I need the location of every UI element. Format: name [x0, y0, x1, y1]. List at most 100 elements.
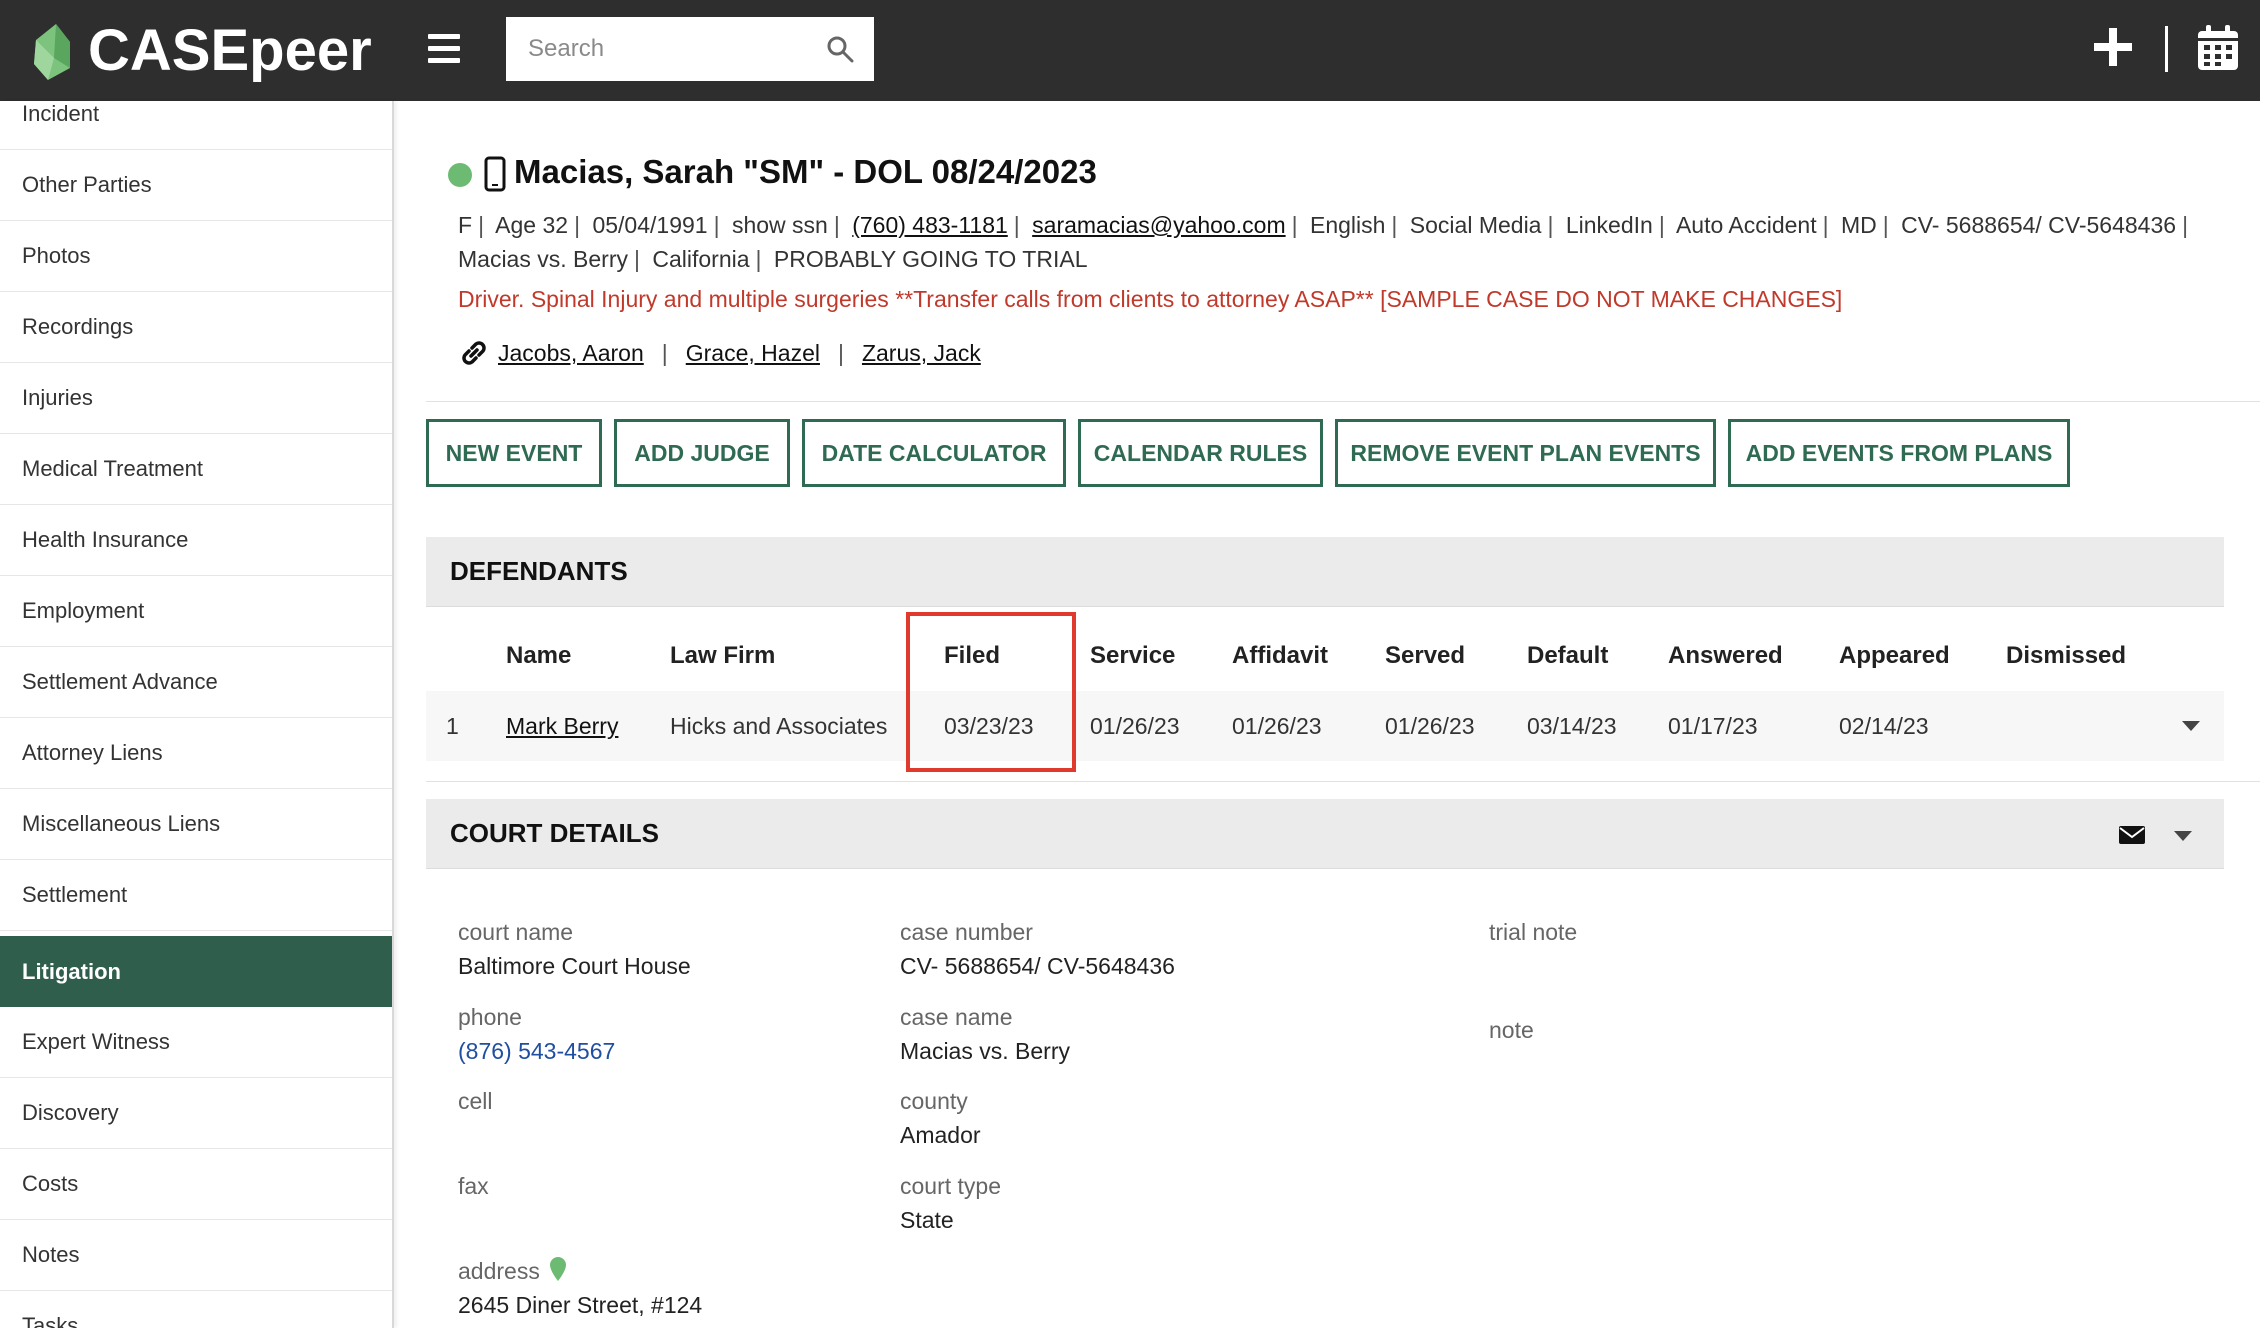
court-fax-label: fax: [458, 1173, 489, 1199]
column-header-law-firm[interactable]: Law Firm: [670, 621, 775, 691]
referral-source-detail: LinkedIn: [1565, 212, 1653, 238]
top-bar: CASEpeer: [0, 0, 2260, 101]
court-details-title: COURT DETAILS: [450, 818, 659, 848]
sidebar-item-health-insurance[interactable]: Health Insurance: [0, 505, 392, 576]
envelope-icon[interactable]: [2118, 824, 2146, 846]
plus-icon[interactable]: [2092, 26, 2134, 68]
sidebar-item-recordings[interactable]: Recordings: [0, 292, 392, 363]
search-input[interactable]: [506, 17, 806, 81]
mobile-phone-icon: [484, 156, 506, 192]
map-pin-icon[interactable]: [548, 1256, 568, 1282]
county-value: Amador: [900, 1122, 981, 1148]
related-case-link-grace[interactable]: Grace, Hazel: [686, 340, 820, 367]
row-expand-chevron-down-icon[interactable]: [2180, 719, 2202, 733]
date-calculator-button[interactable]: DATE CALCULATOR: [802, 419, 1066, 487]
case-number-value: CV- 5688654/ CV-5648436: [900, 953, 1175, 979]
sidebar-item-photos[interactable]: Photos: [0, 221, 392, 292]
client-info-line: F | Age 32 | 05/04/1991 | show ssn | (760) 4…: [458, 212, 2189, 272]
remove-event-plan-events-button[interactable]: REMOVE EVENT PLAN EVENTS: [1335, 419, 1716, 487]
new-event-button[interactable]: NEW EVENT: [426, 419, 602, 487]
casepeer-logo[interactable]: CASEpeer: [30, 10, 372, 90]
answered-cell: 01/17/23: [1668, 712, 1758, 739]
court-cell-label: cell: [458, 1088, 493, 1114]
county-label: county: [900, 1088, 968, 1114]
court-details-chevron-down-icon[interactable]: [2172, 829, 2194, 843]
case-name-value: Macias vs. Berry: [900, 1038, 1070, 1064]
state-code: MD: [1840, 212, 1877, 238]
court-details-header: COURT DETAILS: [426, 799, 2224, 869]
main-content: Macias, Sarah "SM" - DOL 08/24/2023 F | A…: [396, 101, 2260, 1328]
court-address-value: 2645 Diner Street, #124: [458, 1292, 703, 1318]
column-header-served[interactable]: Served: [1385, 621, 1465, 691]
law-firm-cell: Hicks and Associates: [670, 712, 888, 739]
appeared-cell: 02/14/23: [1839, 712, 1929, 739]
case-name: Macias vs. Berry: [458, 246, 628, 272]
divider: [426, 401, 2260, 402]
defendants-table-header: Name Law Firm Filed Service Affidavit Se…: [426, 621, 2224, 691]
sidebar-item-miscellaneous-liens[interactable]: Miscellaneous Liens: [0, 789, 392, 860]
sidebar-item-injuries[interactable]: Injuries: [0, 363, 392, 434]
court-address-label: address: [458, 1258, 540, 1284]
column-header-answered[interactable]: Answered: [1668, 621, 1783, 691]
sidebar-item-notes[interactable]: Notes: [0, 1220, 392, 1291]
trial-status: PROBABLY GOING TO TRIAL: [773, 246, 1088, 272]
sidebar-item-tasks[interactable]: Tasks: [0, 1291, 392, 1328]
calendar-icon[interactable]: [2196, 24, 2240, 72]
show-ssn-toggle[interactable]: show ssn: [732, 212, 828, 238]
court-phone-link[interactable]: (876) 543-4567: [458, 1038, 615, 1065]
case-number-label: case number: [900, 919, 1033, 945]
defendants-title: DEFENDANTS: [450, 556, 628, 586]
jurisdiction: California: [652, 246, 750, 272]
defendant-name-cell: Mark Berry: [506, 691, 618, 761]
served-cell: 01/26/23: [1385, 712, 1475, 739]
client-title: Macias, Sarah "SM" - DOL 08/24/2023: [514, 153, 1097, 190]
sidebar-item-incident[interactable]: Incident: [0, 101, 392, 150]
dob: 05/04/1991: [592, 212, 708, 238]
status-dot-icon: [448, 163, 472, 187]
add-events-from-plans-button[interactable]: ADD EVENTS FROM PLANS: [1728, 419, 2070, 487]
language: English: [1309, 212, 1386, 238]
client-email-link[interactable]: saramacias@yahoo.com: [1032, 212, 1285, 238]
age: Age 32: [495, 212, 569, 238]
sidebar-item-costs[interactable]: Costs: [0, 1149, 392, 1220]
sidebar-item-discovery[interactable]: Discovery: [0, 1078, 392, 1149]
case-type: Auto Accident: [1675, 212, 1817, 238]
link-icon: [462, 341, 486, 365]
sidebar-item-settlement-advance[interactable]: Settlement Advance: [0, 647, 392, 718]
sidebar-item-litigation[interactable]: Litigation: [0, 936, 392, 1007]
column-header-service[interactable]: Service: [1090, 621, 1175, 691]
sidebar-item-settlement[interactable]: Settlement: [0, 860, 392, 931]
affidavit-cell: 01/26/23: [1232, 712, 1322, 739]
sidebar-item-medical-treatment[interactable]: Medical Treatment: [0, 434, 392, 505]
gender: F: [458, 212, 473, 238]
add-judge-button[interactable]: ADD JUDGE: [614, 419, 790, 487]
related-case-link-jacobs[interactable]: Jacobs, Aaron: [498, 340, 644, 367]
column-header-affidavit[interactable]: Affidavit: [1232, 621, 1328, 691]
referral-source: Social Media: [1409, 212, 1542, 238]
search-icon[interactable]: [826, 35, 854, 63]
trial-note-label: trial note: [1489, 919, 1578, 945]
defendants-header: DEFENDANTS: [426, 537, 2224, 607]
leaf-logo-icon: [34, 24, 70, 80]
court-type-value: State: [900, 1207, 954, 1233]
sidebar-item-expert-witness[interactable]: Expert Witness: [0, 1007, 392, 1078]
sidebar-item-attorney-liens[interactable]: Attorney Liens: [0, 718, 392, 789]
divider: [426, 781, 2260, 782]
case-numbers: CV- 5688654/ CV-5648436: [1901, 212, 2177, 238]
row-index: 1: [446, 712, 459, 739]
column-header-name[interactable]: Name: [506, 621, 571, 691]
court-name-value: Baltimore Court House: [458, 953, 691, 979]
court-phone-label: phone: [458, 1004, 522, 1030]
column-header-appeared[interactable]: Appeared: [1839, 621, 1950, 691]
calendar-rules-button[interactable]: CALENDAR RULES: [1078, 419, 1323, 487]
table-row[interactable]: 1 Mark Berry Hicks and Associates 03/23/…: [426, 691, 2224, 761]
related-case-link-zarus[interactable]: Zarus, Jack: [862, 340, 981, 367]
column-header-dismissed[interactable]: Dismissed: [2006, 621, 2126, 691]
menu-icon[interactable]: [428, 34, 460, 64]
defendant-name-link[interactable]: Mark Berry: [506, 713, 618, 740]
sidebar-item-employment[interactable]: Employment: [0, 576, 392, 647]
sidebar-item-other-parties[interactable]: Other Parties: [0, 150, 392, 221]
column-header-default[interactable]: Default: [1527, 621, 1608, 691]
sidebar: Incident Other Parties Photos Recordings…: [0, 101, 394, 1328]
client-phone-link[interactable]: (760) 483-1181: [852, 212, 1008, 238]
